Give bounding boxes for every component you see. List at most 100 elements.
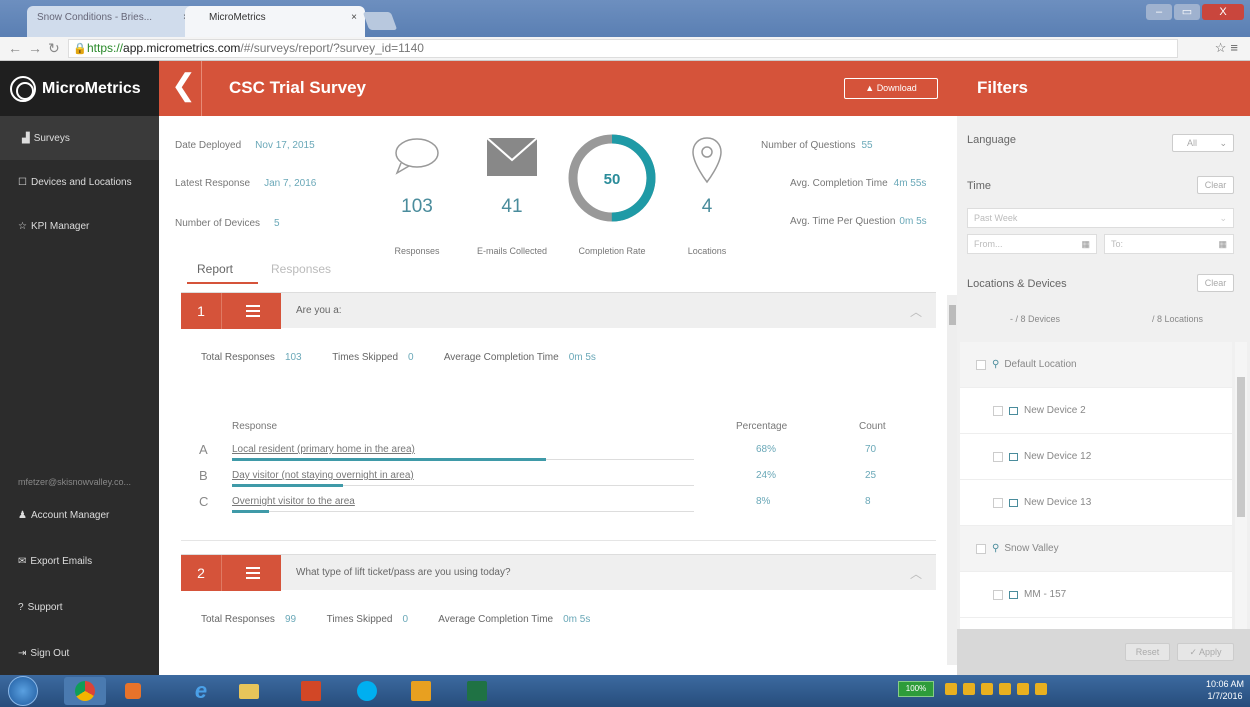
- device-item[interactable]: New Device 13: [960, 480, 1232, 526]
- summary-number-questions: Number of Questions 55: [761, 140, 873, 151]
- maximize-button[interactable]: ▭: [1174, 4, 1200, 20]
- question-number: 2: [181, 555, 221, 591]
- response-text[interactable]: Local resident (primary home in the area…: [232, 444, 415, 455]
- browser-tab-micrometrics[interactable]: MicroMetrics ×: [185, 6, 365, 37]
- excel-icon[interactable]: [456, 677, 498, 705]
- chevron-up-icon[interactable]: ︿: [910, 303, 922, 320]
- response-text[interactable]: Day visitor (not staying overnight in ar…: [232, 470, 414, 481]
- url-input[interactable]: 🔒 https://app.micrometrics.com/#/surveys…: [68, 39, 1178, 58]
- tray-icon[interactable]: [981, 683, 993, 695]
- apply-label: Apply: [1199, 647, 1222, 657]
- device-item[interactable]: New Device 2: [960, 388, 1232, 434]
- device-item[interactable]: New Device 12: [960, 434, 1232, 480]
- start-button[interactable]: [8, 676, 38, 706]
- browser-tab-snow[interactable]: Snow Conditions - Bries... ×: [27, 6, 197, 37]
- scrollbar-thumb[interactable]: [1237, 377, 1245, 517]
- sidebar-item-kpi[interactable]: ☆ KPI Manager: [0, 204, 159, 248]
- sidebar-item-export[interactable]: ✉ Export Emails: [0, 539, 159, 583]
- back-chevron-icon[interactable]: ❮: [171, 71, 196, 101]
- sidebar-item-support[interactable]: ? Support: [0, 585, 159, 629]
- tray-icon[interactable]: [1035, 683, 1047, 695]
- to-date-input[interactable]: To: ▦: [1104, 234, 1234, 254]
- chrome-icon[interactable]: [64, 677, 106, 705]
- chevron-up-icon[interactable]: ︿: [910, 565, 922, 582]
- tray-icon[interactable]: [1017, 683, 1029, 695]
- checkbox[interactable]: [993, 497, 1003, 508]
- summary-number-devices: Number of Devices 5: [175, 218, 280, 229]
- sidebar-item-account[interactable]: ♟ Account Manager: [0, 493, 159, 537]
- internet-explorer-icon[interactable]: e: [180, 677, 222, 705]
- filters-footer: Reset ✓ Apply: [957, 629, 1250, 675]
- checkbox[interactable]: [993, 405, 1003, 416]
- tab-responses[interactable]: Responses: [271, 262, 351, 276]
- file-explorer-icon[interactable]: [228, 677, 270, 705]
- reload-icon[interactable]: ↻: [48, 40, 60, 57]
- logo[interactable]: MicroMetrics: [0, 61, 159, 116]
- locations-clear-button[interactable]: Clear: [1197, 274, 1234, 292]
- lock-icon: 🔒: [73, 43, 87, 55]
- user-icon: ♟: [18, 509, 27, 521]
- new-tab-button[interactable]: [362, 12, 398, 30]
- from-date-input[interactable]: From... ▦: [967, 234, 1097, 254]
- checkbox[interactable]: [976, 359, 986, 370]
- question-header[interactable]: 1 Are you a: ︿: [181, 292, 936, 329]
- response-letter: A: [199, 442, 208, 457]
- response-count: 25: [865, 470, 877, 481]
- location-item[interactable]: ⚲ Default Location: [960, 342, 1232, 388]
- apply-button[interactable]: ✓ Apply: [1177, 643, 1234, 661]
- checkbox[interactable]: [993, 589, 1003, 600]
- download-button[interactable]: ▲ Download: [844, 78, 938, 99]
- summary-label: Number of Devices: [175, 218, 261, 229]
- stat-label: Total Responses: [201, 614, 275, 625]
- question-text: Are you a:: [296, 305, 342, 316]
- stat-label: Average Completion Time: [438, 614, 554, 625]
- device-icon: [1009, 590, 1018, 599]
- reset-button[interactable]: Reset: [1125, 643, 1170, 661]
- main-scrollbar[interactable]: [947, 295, 957, 665]
- sign-out-icon: ⇥: [18, 647, 27, 659]
- question-header[interactable]: 2 What type of lift ticket/pass are you …: [181, 554, 936, 591]
- sidebar-item-signout[interactable]: ⇥ Sign Out: [0, 631, 159, 675]
- tab-report[interactable]: Report: [197, 262, 233, 276]
- scrollbar-thumb[interactable]: [949, 305, 956, 325]
- bookmark-star-icon[interactable]: ☆≡: [1215, 40, 1242, 56]
- clock[interactable]: 10:06 AM 1/7/2016: [1206, 678, 1244, 702]
- stat-label: Average Completion Time: [443, 352, 559, 363]
- tray-icon[interactable]: [999, 683, 1011, 695]
- filters-scrollbar[interactable]: [1235, 342, 1247, 632]
- language-select[interactable]: All ⌄: [1172, 134, 1234, 152]
- close-icon[interactable]: ×: [351, 12, 357, 23]
- tray-icon[interactable]: [963, 683, 975, 695]
- calendar-icon[interactable]: ▦: [1218, 239, 1227, 250]
- logo-icon: [10, 75, 36, 102]
- square-icon: ☐: [18, 176, 27, 188]
- stat-label: Times Skipped: [326, 614, 393, 625]
- close-window-button[interactable]: X: [1202, 4, 1244, 20]
- back-arrow-icon[interactable]: ←: [8, 40, 22, 56]
- response-text[interactable]: Overnight visitor to the area: [232, 496, 355, 507]
- envelope-icon: [487, 138, 537, 176]
- checkbox[interactable]: [976, 543, 986, 554]
- media-player-icon[interactable]: [112, 677, 154, 705]
- skype-icon[interactable]: [346, 677, 388, 705]
- stat-value: 99: [284, 614, 297, 625]
- system-tray: [945, 683, 1047, 695]
- location-item[interactable]: ⚲ Snow Valley: [960, 526, 1232, 572]
- powerpoint-icon[interactable]: [290, 677, 332, 705]
- locations-count: 4: [701, 196, 713, 217]
- battery-indicator[interactable]: 100%: [898, 681, 934, 697]
- tray-icon[interactable]: [945, 683, 957, 695]
- minimize-button[interactable]: –: [1146, 4, 1172, 20]
- time-clear-button[interactable]: Clear: [1197, 176, 1234, 194]
- sidebar-item-surveys[interactable]: ▟ Surveys: [0, 116, 159, 160]
- forward-arrow-icon[interactable]: →: [28, 40, 42, 56]
- response-row: C Overnight visitor to the area 8% 8: [199, 494, 899, 516]
- sidebar-item-label: Surveys: [33, 132, 70, 144]
- outlook-icon[interactable]: [400, 677, 442, 705]
- device-item[interactable]: MM - 157: [960, 572, 1232, 618]
- sidebar-item-devices[interactable]: ☐ Devices and Locations: [0, 160, 159, 204]
- time-range-select[interactable]: Past Week ⌄: [967, 208, 1234, 228]
- list-icon: [221, 555, 281, 591]
- checkbox[interactable]: [993, 451, 1003, 462]
- calendar-icon[interactable]: ▦: [1081, 239, 1090, 250]
